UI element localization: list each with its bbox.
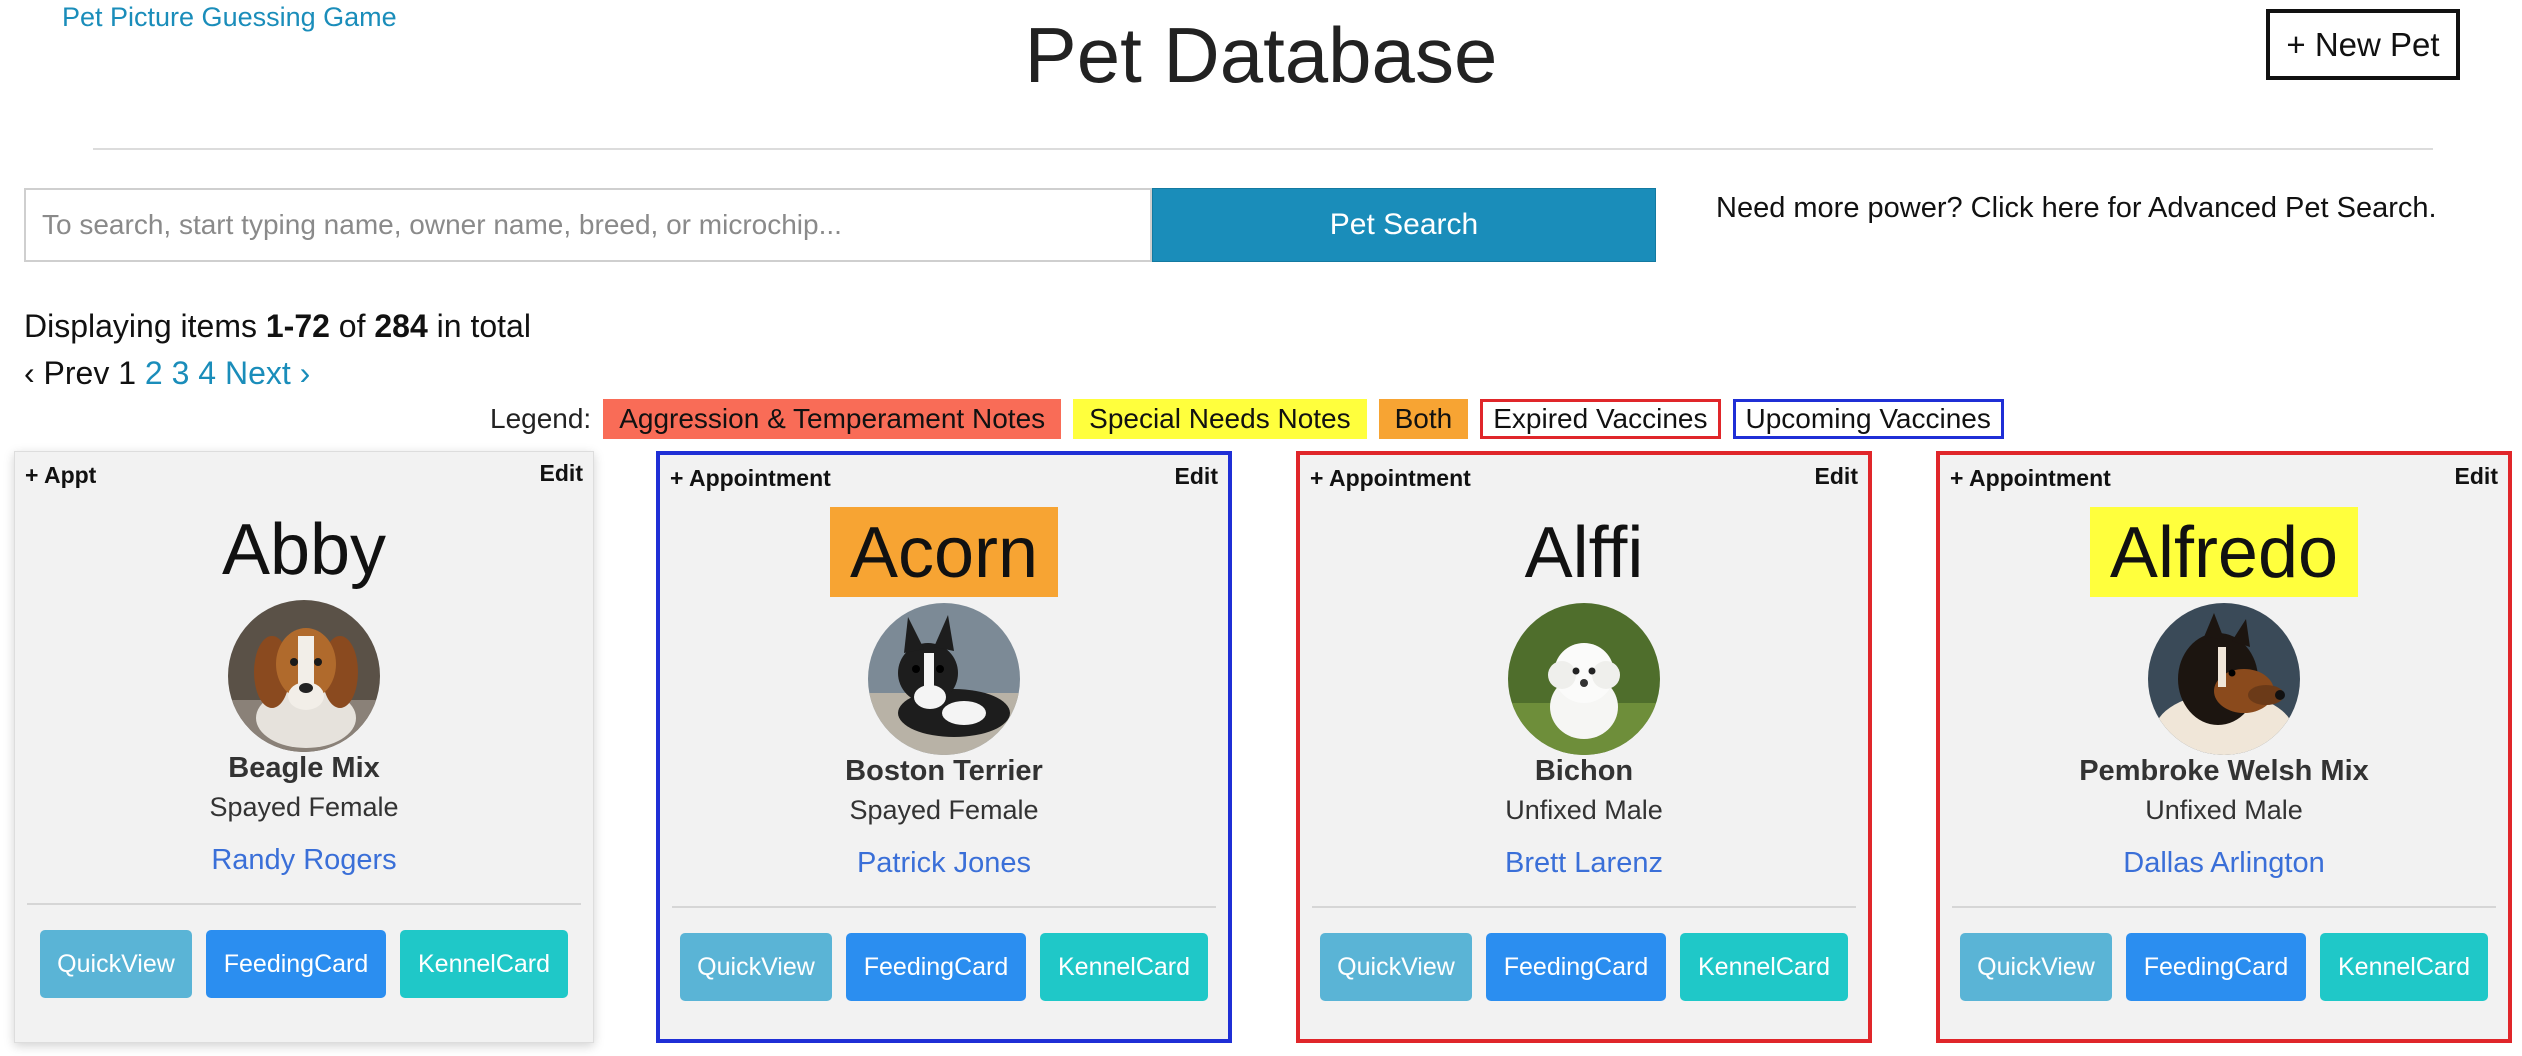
pet-breed: Boston Terrier [845,755,1043,787]
pagination: ‹ Prev 1 2 3 4 Next › [24,355,310,392]
card-actions: QuickView FeedingCard KennelCard [660,933,1228,1001]
search-input[interactable] [24,188,1152,262]
legend: Legend: Aggression & Temperament Notes S… [490,398,2004,440]
legend-upcoming-vaccines: Upcoming Vaccines [1732,399,2004,439]
pet-breed: Beagle Mix [228,752,380,784]
pet-sex: Unfixed Male [1505,795,1663,825]
pet-name-text: Alfredo [2089,507,2359,597]
results-prefix: Displaying items [24,308,257,344]
edit-pet-button[interactable]: Edit [1815,463,1858,490]
legend-expired-vaccines: Expired Vaccines [1480,399,1721,439]
pet-name: Acorn [660,507,1228,597]
pet-name-text: Alffi [1524,513,1644,593]
quickview-button[interactable]: QuickView [680,933,832,1001]
pet-breed: Bichon [1534,755,1634,787]
advanced-search-link[interactable]: Need more power? Click here for Advanced… [1716,192,2437,225]
kennelcard-button[interactable]: KennelCard [1680,933,1848,1001]
pet-card: + Appt Edit Abby Beagle Mix Spayed Femal… [14,451,594,1043]
collie-photo [2148,603,2300,755]
edit-pet-button[interactable]: Edit [2455,463,2498,490]
pet-card: + Appointment Edit Alffi Bichon Unfixed … [1296,451,1872,1043]
page-title: Pet Database [1024,11,1498,99]
pet-name-text: Abby [221,510,387,590]
pet-name: Abby [15,504,593,594]
header-divider [93,148,2433,150]
pet-sex: Unfixed Male [2145,795,2303,825]
quickview-button[interactable]: QuickView [1320,933,1472,1001]
pet-card: + Appointment Edit Alfredo Pembroke Wels… [1936,451,2512,1043]
legend-aggression: Aggression & Temperament Notes [603,399,1062,439]
add-appointment-button[interactable]: + Appointment [1310,465,1471,492]
add-appointment-button[interactable]: + Appointment [670,465,831,492]
pagination-prev: ‹ Prev [24,355,110,391]
owner-link[interactable]: Dallas Arlington [1940,847,2508,880]
results-of: of [338,308,366,344]
kennelcard-button[interactable]: KennelCard [400,930,568,998]
owner-link[interactable]: Randy Rogers [15,844,593,877]
legend-label: Legend: [490,403,592,434]
legend-special-needs: Special Needs Notes [1073,399,1367,439]
card-actions: QuickView FeedingCard KennelCard [15,930,593,998]
new-pet-button[interactable]: + New Pet [2266,9,2460,80]
feedingcard-button[interactable]: FeedingCard [2126,933,2306,1001]
pagination-page-3[interactable]: 3 [172,355,190,391]
results-count: Displaying items 1-72 of 284 in total [24,308,531,345]
edit-pet-button[interactable]: Edit [1175,463,1218,490]
results-total: 284 [374,308,428,344]
feedingcard-button[interactable]: FeedingCard [846,933,1026,1001]
owner-link[interactable]: Brett Larenz [1300,847,1868,880]
pet-search-button[interactable]: Pet Search [1152,188,1656,262]
edit-pet-button[interactable]: Edit [540,460,583,487]
bichon-photo [1508,603,1660,755]
pet-sex: Spayed Female [209,792,399,822]
legend-both: Both [1378,399,1469,439]
card-divider [27,903,581,905]
feedingcard-button[interactable]: FeedingCard [1486,933,1666,1001]
pagination-page-2[interactable]: 2 [145,355,163,391]
results-suffix: in total [436,308,531,344]
pet-name: Alffi [1300,507,1868,597]
card-divider [1952,906,2496,908]
pet-name-text: Acorn [829,507,1059,597]
add-appointment-button[interactable]: + Appt [25,462,96,489]
card-actions: QuickView FeedingCard KennelCard [1940,933,2508,1001]
quickview-button[interactable]: QuickView [40,930,192,998]
pet-card: + Appointment Edit Acorn Boston Terrier … [656,451,1232,1043]
kennelcard-button[interactable]: KennelCard [1040,933,1208,1001]
pagination-next[interactable]: Next › [225,355,310,391]
beagle-photo [228,600,380,752]
card-actions: QuickView FeedingCard KennelCard [1300,933,1868,1001]
owner-link[interactable]: Patrick Jones [660,847,1228,880]
feedingcard-button[interactable]: FeedingCard [206,930,386,998]
add-appointment-button[interactable]: + Appointment [1950,465,2111,492]
pet-breed: Pembroke Welsh Mix [2079,755,2369,787]
card-divider [672,906,1216,908]
pagination-page-4[interactable]: 4 [198,355,216,391]
boston-terrier-photo [868,603,1020,755]
card-divider [1312,906,1856,908]
pet-sex: Spayed Female [849,795,1039,825]
quickview-button[interactable]: QuickView [1960,933,2112,1001]
pet-name: Alfredo [1940,507,2508,597]
kennelcard-button[interactable]: KennelCard [2320,933,2488,1001]
results-range: 1-72 [265,308,330,344]
pagination-current: 1 [118,355,137,391]
